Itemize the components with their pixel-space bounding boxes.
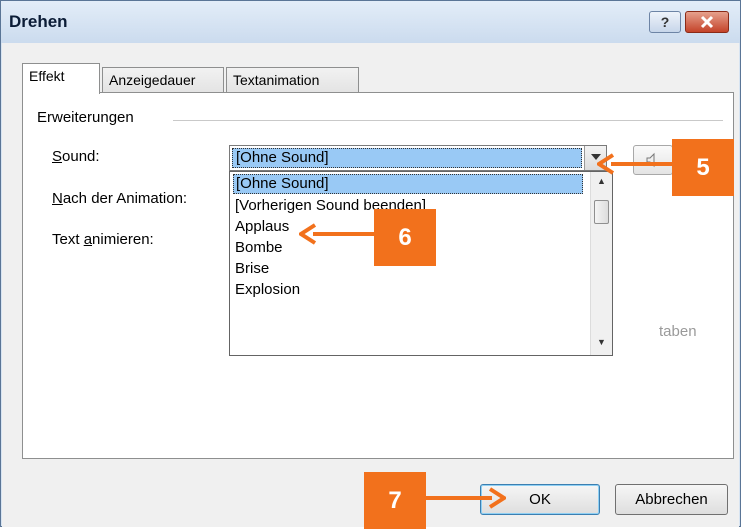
arrow-icon — [299, 223, 375, 245]
scroll-down-icon[interactable]: ▼ — [591, 337, 612, 351]
callout-7: 7 — [364, 472, 426, 529]
sound-combobox-value: [Ohne Sound] — [232, 148, 582, 168]
dialog-window: Drehen ? Effekt Anzeigedauer Textanimati… — [0, 0, 741, 529]
help-button[interactable]: ? — [649, 11, 681, 33]
dialog-body: Effekt Anzeigedauer Textanimation Erweit… — [2, 43, 739, 527]
tab-panel: Erweiterungen Sound: Nach der Animation:… — [22, 92, 734, 459]
dropdown-scrollbar[interactable]: ▲ ▼ — [590, 172, 612, 355]
close-icon — [700, 15, 714, 29]
close-button[interactable] — [685, 11, 729, 33]
cancel-button[interactable]: Abbrechen — [615, 484, 728, 515]
title-bar: Drehen ? — [1, 1, 740, 43]
scroll-thumb[interactable] — [594, 200, 609, 224]
sound-label: Sound: — [52, 148, 100, 165]
dropdown-item[interactable]: [Ohne Sound] — [233, 174, 583, 194]
animate-text-label: Text animieren: — [52, 231, 154, 248]
tab-anzeigedauer[interactable]: Anzeigedauer — [102, 67, 224, 93]
tab-textanimation[interactable]: Textanimation — [226, 67, 359, 93]
group-divider — [173, 120, 723, 121]
after-animation-label: Nach der Animation: — [52, 190, 188, 207]
window-title: Drehen — [9, 12, 68, 31]
tab-effekt[interactable]: Effekt — [22, 63, 100, 94]
arrow-icon — [426, 487, 506, 509]
callout-5: 5 — [672, 139, 734, 196]
dropdown-item[interactable]: Bombe — [233, 238, 283, 258]
dropdown-item[interactable]: Explosion — [233, 280, 300, 300]
dropdown-item[interactable]: Applaus — [233, 217, 289, 237]
group-label: Erweiterungen — [37, 109, 140, 126]
faded-text: taben — [659, 323, 697, 340]
callout-6: 6 — [374, 209, 436, 266]
sound-combobox[interactable]: [Ohne Sound] — [229, 145, 607, 171]
dropdown-item[interactable]: Brise — [233, 259, 269, 279]
scroll-up-icon[interactable]: ▲ — [591, 176, 612, 190]
arrow-icon — [597, 153, 673, 175]
